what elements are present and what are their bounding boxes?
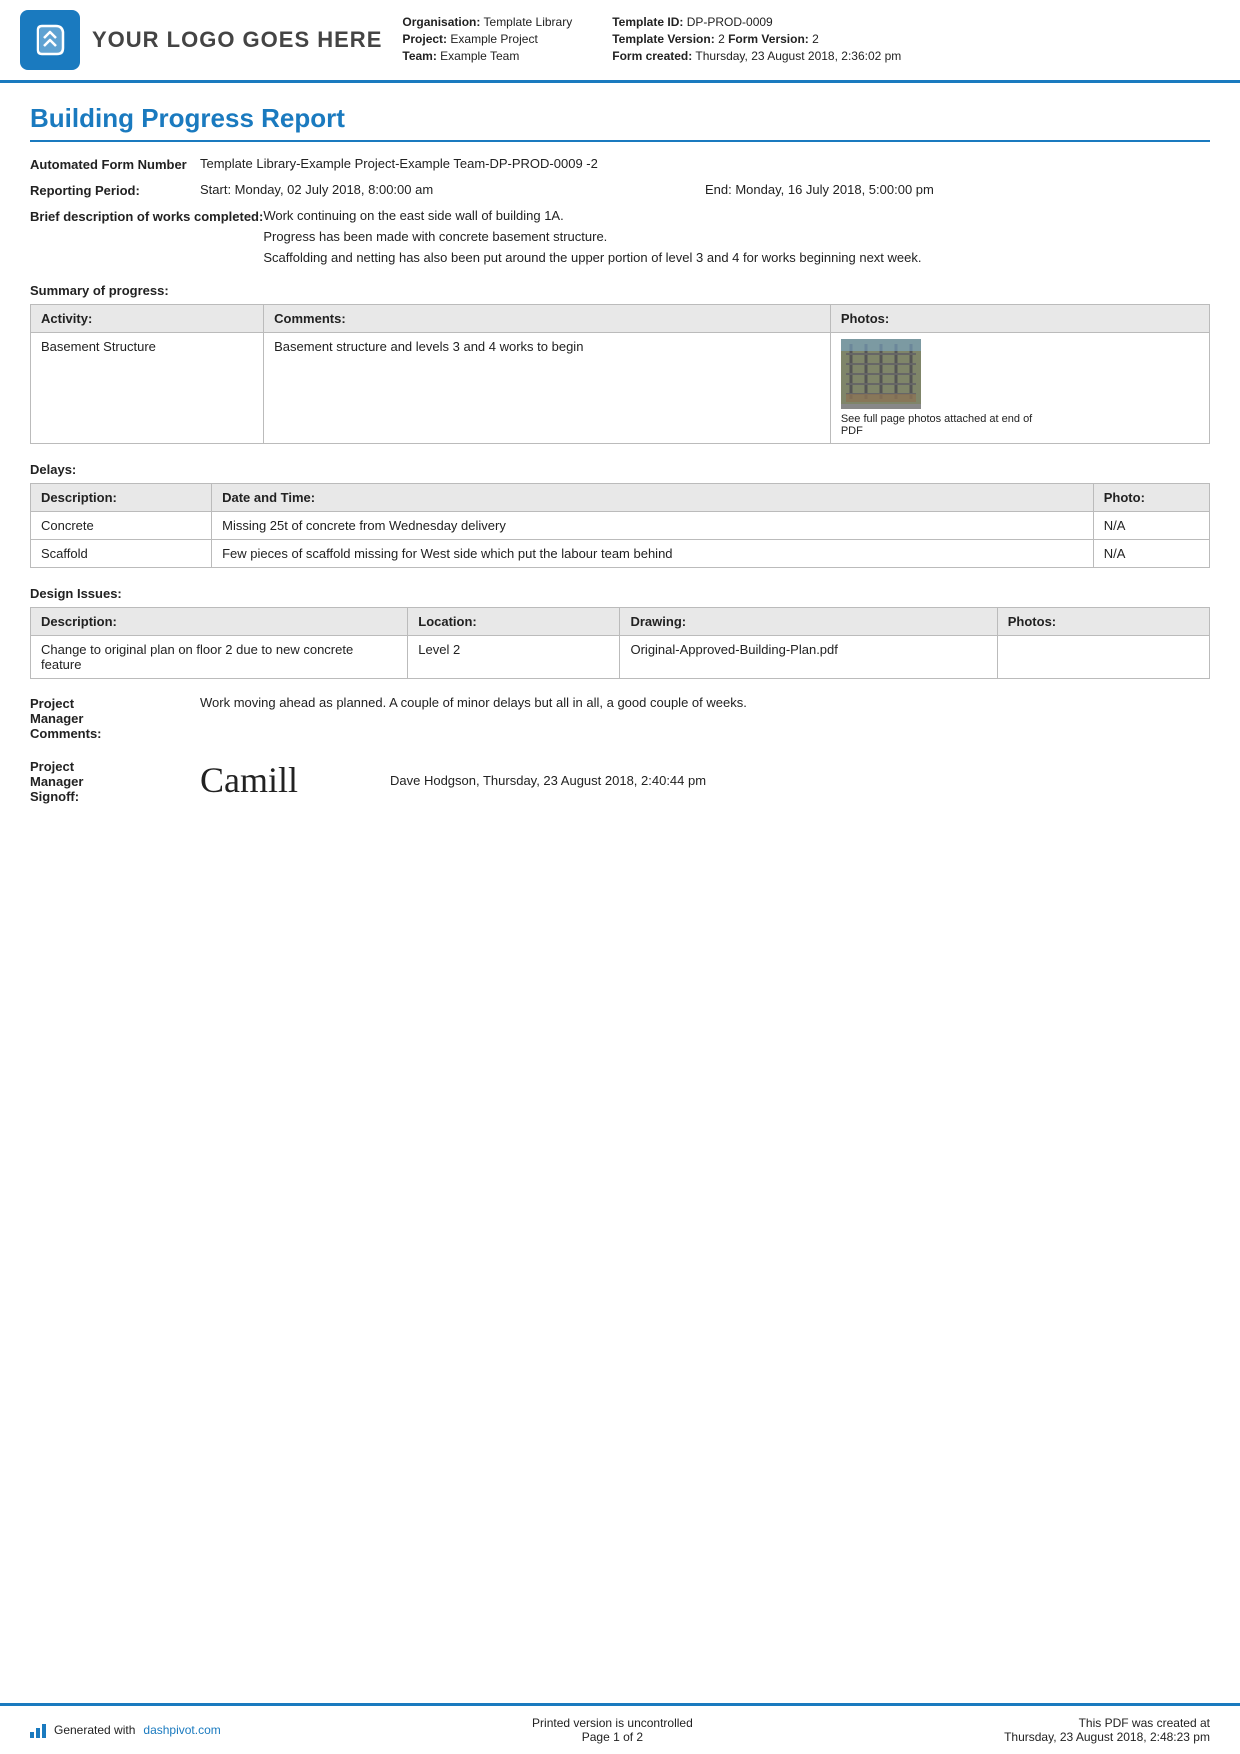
pm-comments-row: ProjectManagerComments: Work moving ahea… [30, 695, 1210, 741]
header-meta: Organisation: Template Library Project: … [402, 10, 1210, 70]
header-meta-right: Template ID: DP-PROD-0009 Template Versi… [612, 15, 901, 63]
reporting-period-row: Reporting Period: Start: Monday, 02 July… [30, 182, 1210, 198]
design-col-description: Description: [31, 608, 408, 636]
photo-cell: See full page photos attached at end of … [841, 339, 1199, 437]
logo-svg [30, 20, 70, 60]
summary-photos-cell: See full page photos attached at end of … [830, 333, 1209, 444]
pm-comments-value: Work moving ahead as planned. A couple o… [200, 695, 1210, 710]
brief-desc-line-2: Progress has been made with concrete bas… [263, 229, 1210, 244]
uncontrolled-text: Printed version is uncontrolled [532, 1716, 693, 1730]
summary-activity-cell: Basement Structure [31, 333, 264, 444]
summary-section-header: Summary of progress: [30, 283, 1210, 298]
signature: Camill [200, 759, 360, 801]
footer: Generated with dashpivot.com Printed ver… [0, 1703, 1240, 1754]
dashpivot-link[interactable]: dashpivot.com [143, 1723, 220, 1737]
design-col-location: Location: [408, 608, 620, 636]
table-row: Scaffold Few pieces of scaffold missing … [31, 540, 1210, 568]
design-col-drawing: Drawing: [620, 608, 997, 636]
pm-signoff-label: Project Manager Signoff: [30, 759, 200, 804]
summary-col-photos: Photos: [830, 305, 1209, 333]
template-version-line: Template Version: 2 Form Version: 2 [612, 32, 901, 46]
design-issues-header-row: Description: Location: Drawing: Photos: [31, 608, 1210, 636]
summary-table: Activity: Comments: Photos: Basement Str… [30, 304, 1210, 444]
photo-caption: See full page photos attached at end of … [841, 413, 1041, 437]
header: YOUR LOGO GOES HERE Organisation: Templa… [0, 0, 1240, 83]
delays-section-header: Delays: [30, 462, 1210, 477]
delays-table: Description: Date and Time: Photo: Concr… [30, 483, 1210, 568]
logo-icon [20, 10, 80, 70]
brief-desc-line-3: Scaffolding and netting has also been pu… [263, 250, 1210, 265]
pm-comments-label: ProjectManagerComments: [30, 695, 200, 741]
summary-col-comments: Comments: [264, 305, 831, 333]
design-issues-table: Description: Location: Drawing: Photos: … [30, 607, 1210, 679]
design-drawing-1: Original-Approved-Building-Plan.pdf [620, 636, 997, 679]
design-location-1: Level 2 [408, 636, 620, 679]
scaffold-svg [841, 339, 921, 404]
photo-thumbnail [841, 339, 921, 409]
report-title: Building Progress Report [30, 103, 1210, 142]
delay-description-2: Scaffold [31, 540, 212, 568]
reporting-period-label: Reporting Period: [30, 182, 200, 198]
page: YOUR LOGO GOES HERE Organisation: Templa… [0, 0, 1240, 1754]
delays-col-description: Description: [31, 484, 212, 512]
brief-desc-line-1: Work continuing on the east side wall of… [263, 208, 1210, 223]
delays-col-photo: Photo: [1093, 484, 1209, 512]
delay-description-1: Concrete [31, 512, 212, 540]
main-content: Building Progress Report Automated Form … [0, 83, 1240, 1703]
delays-col-date-time: Date and Time: [212, 484, 1094, 512]
table-row: Change to original plan on floor 2 due t… [31, 636, 1210, 679]
design-description-1: Change to original plan on floor 2 due t… [31, 636, 408, 679]
delay-photo-1: N/A [1093, 512, 1209, 540]
design-col-photos: Photos: [997, 608, 1209, 636]
table-row: Concrete Missing 25t of concrete from We… [31, 512, 1210, 540]
brief-description-row: Brief description of works completed: Wo… [30, 208, 1210, 265]
delays-table-header-row: Description: Date and Time: Photo: [31, 484, 1210, 512]
dashpivot-bar-icon [30, 1722, 46, 1738]
brief-description-label: Brief description of works completed: [30, 208, 263, 224]
table-row: Basement Structure Basement structure an… [31, 333, 1210, 444]
reporting-period-end: End: Monday, 16 July 2018, 5:00:00 pm [705, 182, 1210, 197]
logo-text: YOUR LOGO GOES HERE [92, 27, 382, 53]
reporting-period-values: Start: Monday, 02 July 2018, 8:00:00 am … [200, 182, 1210, 197]
pdf-created-text: This PDF was created at [1004, 1716, 1210, 1730]
generated-text: Generated with [54, 1723, 135, 1737]
footer-center: Printed version is uncontrolled Page 1 o… [532, 1716, 693, 1744]
org-line: Organisation: Template Library [402, 15, 572, 29]
automated-form-number-row: Automated Form Number Template Library-E… [30, 156, 1210, 172]
reporting-period-start: Start: Monday, 02 July 2018, 8:00:00 am [200, 182, 705, 197]
delay-photo-2: N/A [1093, 540, 1209, 568]
delay-datetime-2: Few pieces of scaffold missing for West … [212, 540, 1094, 568]
footer-right: This PDF was created at Thursday, 23 Aug… [1004, 1716, 1210, 1744]
logo-area: YOUR LOGO GOES HERE [20, 10, 382, 70]
pm-signoff-row: Project Manager Signoff: Camill Dave Hod… [30, 759, 1210, 804]
summary-comments-cell: Basement structure and levels 3 and 4 wo… [264, 333, 831, 444]
automated-form-number-label: Automated Form Number [30, 156, 200, 172]
brief-description-values: Work continuing on the east side wall of… [263, 208, 1210, 265]
summary-col-activity: Activity: [31, 305, 264, 333]
page-text: Page 1 of 2 [532, 1730, 693, 1744]
form-created-line: Form created: Thursday, 23 August 2018, … [612, 49, 901, 63]
footer-left: Generated with dashpivot.com [30, 1722, 221, 1738]
team-line: Team: Example Team [402, 49, 572, 63]
header-meta-left: Organisation: Template Library Project: … [402, 15, 572, 63]
template-id-line: Template ID: DP-PROD-0009 [612, 15, 901, 29]
signoff-content: Camill Dave Hodgson, Thursday, 23 August… [200, 759, 706, 801]
automated-form-number-value: Template Library-Example Project-Example… [200, 156, 1210, 171]
pdf-created-value: Thursday, 23 August 2018, 2:48:23 pm [1004, 1730, 1210, 1744]
project-line: Project: Example Project [402, 32, 572, 46]
delay-datetime-1: Missing 25t of concrete from Wednesday d… [212, 512, 1094, 540]
design-issues-section-header: Design Issues: [30, 586, 1210, 601]
design-photos-1 [997, 636, 1209, 679]
summary-table-header-row: Activity: Comments: Photos: [31, 305, 1210, 333]
pm-signoff-name: Dave Hodgson, Thursday, 23 August 2018, … [390, 773, 706, 788]
